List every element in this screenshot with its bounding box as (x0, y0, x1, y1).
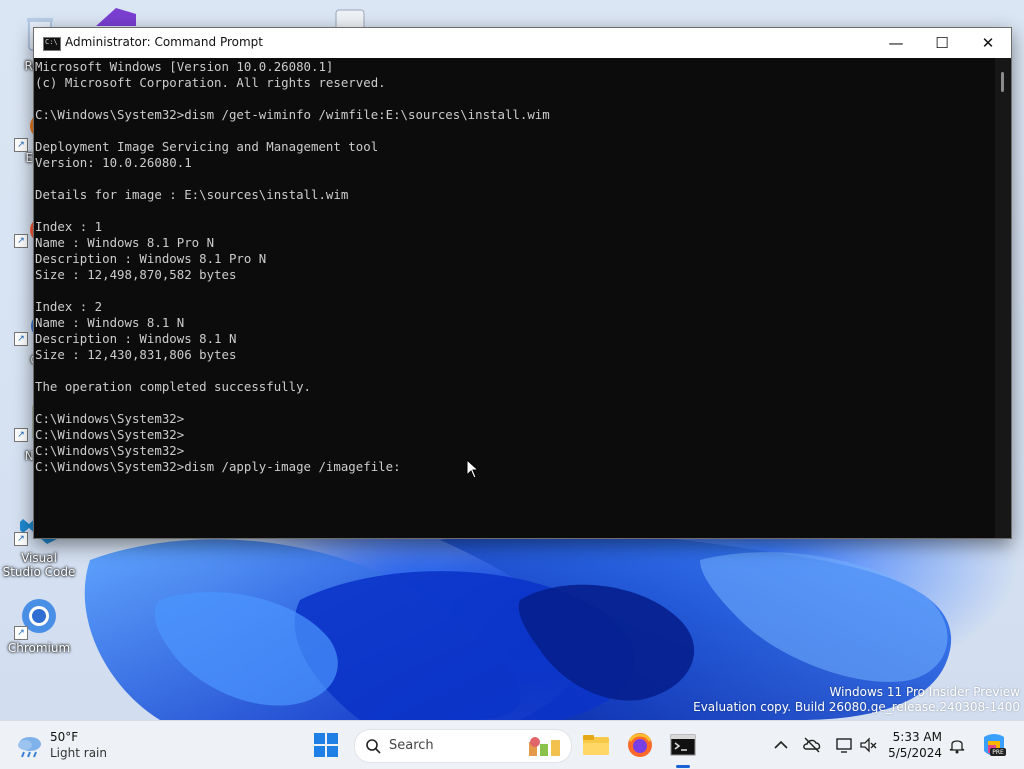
svg-text:PRE: PRE (992, 749, 1004, 756)
copilot-pre-icon[interactable]: PRE (980, 731, 1008, 759)
firefox-taskbar-icon[interactable] (624, 729, 656, 761)
console-line: Name : Windows 8.1 N (35, 315, 185, 330)
search-placeholder: Search (389, 738, 434, 753)
console-line: C:\Windows\System32> (35, 411, 185, 426)
evaluation-watermark: Windows 11 Pro Insider Preview Evaluatio… (693, 685, 1020, 715)
title-bar[interactable]: C:\ Administrator: Command Prompt — ☐ ✕ (34, 28, 1011, 58)
console-line: Details for image : E:\sources\install.w… (35, 187, 349, 202)
shortcut-arrow-icon: ↗ (14, 532, 28, 546)
watermark-line-1: Windows 11 Pro Insider Preview (829, 685, 1020, 699)
minimize-button[interactable]: — (873, 28, 919, 58)
search-icon (366, 739, 381, 754)
console-line: Index : 1 (35, 219, 103, 234)
desktop-icon-label: Visual Studio Code (2, 551, 76, 579)
clock-time: 5:33 AM (892, 730, 942, 744)
shortcut-arrow-icon: ↗ (14, 332, 28, 346)
console-line: Name : Windows 8.1 Pro N (35, 235, 215, 250)
weather-description: Light rain (50, 746, 107, 760)
file-explorer-icon[interactable] (580, 729, 612, 761)
show-hidden-icons-chevron-up-icon[interactable] (771, 735, 791, 755)
onedrive-offline-icon[interactable] (802, 735, 822, 755)
watermark-line-2: Evaluation copy. Build 26080.ge_release.… (693, 700, 1020, 714)
console-output[interactable]: Microsoft Windows [Version 10.0.26080.1]… (34, 58, 994, 538)
command-prompt-icon: C:\ (43, 37, 61, 51)
console-line: (c) Microsoft Corporation. All rights re… (35, 75, 386, 90)
console-line: Index : 2 (35, 299, 103, 314)
scrollbar-thumb[interactable] (1001, 72, 1004, 92)
shortcut-arrow-icon: ↗ (14, 138, 28, 152)
notification-bell-icon[interactable] (947, 735, 967, 755)
network-icon[interactable] (834, 735, 854, 755)
window-title: Administrator: Command Prompt (65, 35, 263, 49)
mouse-cursor-icon (466, 459, 480, 479)
rain-cloud-icon (18, 737, 41, 758)
taskbar: 50°F Light rain Search 5:33 AM 5/5/2024 … (0, 720, 1024, 769)
console-line: C:\Windows\System32> (35, 427, 185, 442)
command-prompt-window[interactable]: C:\ Administrator: Command Prompt — ☐ ✕ … (33, 27, 1012, 539)
close-button[interactable]: ✕ (965, 28, 1011, 58)
console-line: Microsoft Windows [Version 10.0.26080.1] (35, 59, 334, 74)
shortcut-arrow-icon: ↗ (14, 234, 28, 248)
console-input-line[interactable]: C:\Windows\System32>dism /apply-image /i… (35, 459, 994, 475)
system-clock[interactable]: 5:33 AM 5/5/2024 (884, 729, 942, 761)
command-prompt-taskbar-icon[interactable] (667, 729, 699, 761)
console-scrollbar[interactable] (995, 58, 1011, 538)
desktop-icon-label: Chromium (7, 641, 71, 655)
console-line: C:\Windows\System32>dism /get-wiminfo /w… (35, 107, 550, 122)
console-line: Size : 12,430,831,806 bytes (35, 347, 237, 362)
maximize-button[interactable]: ☐ (919, 28, 965, 58)
console-line: The operation completed successfully. (35, 379, 312, 394)
weather-temperature: 50°F (50, 730, 79, 744)
search-highlight-icon (529, 737, 560, 756)
weather-widget[interactable]: 50°F Light rain (14, 729, 134, 763)
command-prompt-icon-text: C:\ (45, 38, 58, 46)
console-line: Deployment Image Servicing and Managemen… (35, 139, 379, 154)
console-line: Description : Windows 8.1 Pro N (35, 251, 267, 266)
volume-muted-icon[interactable] (858, 735, 878, 755)
desktop-icon-chromium[interactable]: ↗ Chromium (2, 594, 76, 655)
console-line: Version: 10.0.26080.1 (35, 155, 192, 170)
clock-date: 5/5/2024 (888, 746, 942, 760)
shortcut-arrow-icon: ↗ (14, 428, 28, 442)
console-line: C:\Windows\System32> (35, 443, 185, 458)
taskbar-search-box[interactable]: Search (354, 729, 572, 763)
start-button-windows-icon[interactable] (312, 731, 340, 759)
console-line: Description : Windows 8.1 N (35, 331, 237, 346)
console-line: Size : 12,498,870,582 bytes (35, 267, 237, 282)
shortcut-arrow-icon: ↗ (14, 626, 28, 640)
